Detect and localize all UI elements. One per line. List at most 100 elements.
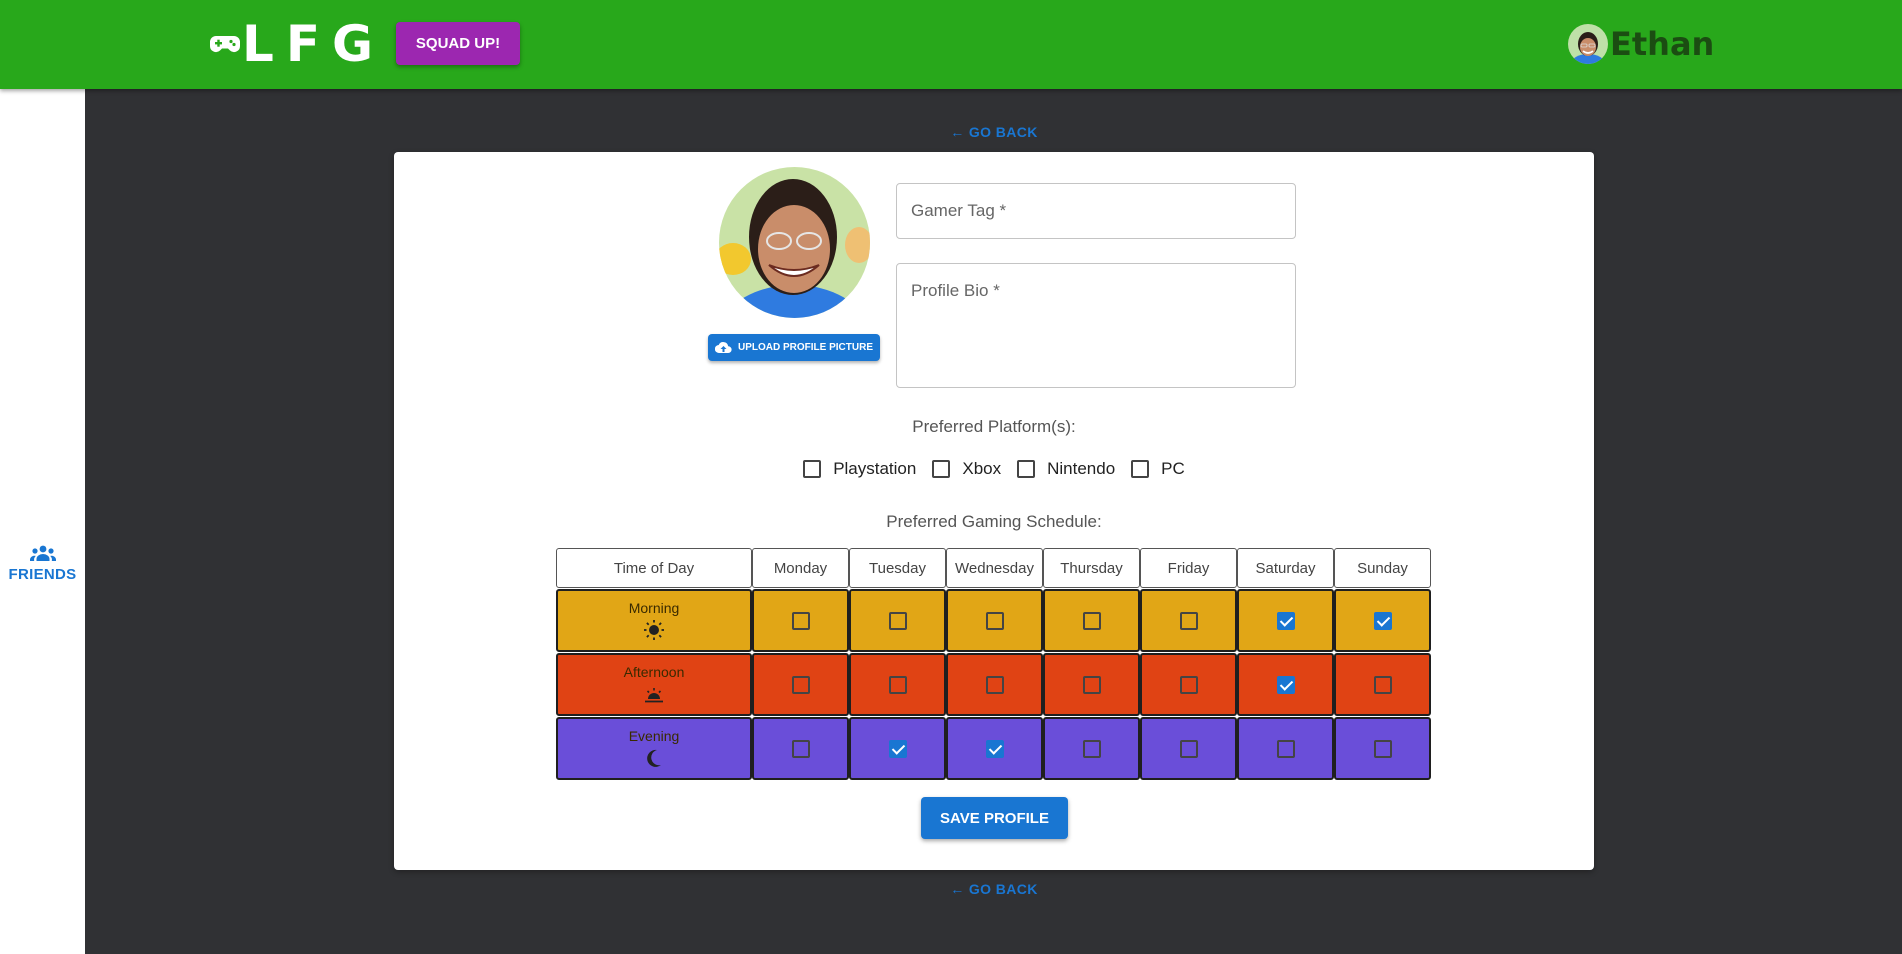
schedule-row-afternoon: Afternoon [556, 652, 1431, 716]
schedule-cell[interactable] [946, 589, 1043, 652]
sidebar-item-friends[interactable]: FRIENDS [0, 544, 85, 583]
schedule-header-thursday: Thursday [1043, 548, 1140, 588]
schedule-checkbox[interactable] [985, 739, 1004, 758]
platform-option-nintendo[interactable]: Nintendo [1017, 459, 1115, 479]
schedule-cell[interactable] [752, 589, 849, 652]
save-profile-button[interactable]: SAVE PROFILE [921, 797, 1068, 839]
logo-text: LFG [242, 15, 386, 73]
schedule-checkbox[interactable] [1082, 611, 1101, 630]
schedule-checkbox[interactable] [985, 675, 1004, 694]
profile-bio-input[interactable] [897, 264, 1295, 384]
schedule-cell[interactable] [1334, 717, 1431, 780]
top-bar: LFG SQUAD UP! Ethan [0, 0, 1902, 89]
schedule-checkbox[interactable] [1179, 739, 1198, 758]
platform-checkbox[interactable] [803, 460, 822, 478]
schedule-header-time-of-day: Time of Day [556, 548, 752, 588]
schedule-cell[interactable] [1237, 589, 1334, 652]
schedule-cell[interactable] [1140, 589, 1237, 652]
schedule-cell[interactable] [1334, 653, 1431, 716]
platform-checkbox[interactable] [932, 460, 951, 478]
schedule-header-monday: Monday [752, 548, 849, 588]
schedule-checkbox[interactable] [1373, 675, 1392, 694]
schedule-cell[interactable] [849, 589, 946, 652]
schedule-checkbox[interactable] [985, 611, 1004, 630]
schedule-cell[interactable] [946, 717, 1043, 780]
schedule-header-saturday: Saturday [1237, 548, 1334, 588]
schedule-checkbox[interactable] [1179, 675, 1198, 694]
app-logo[interactable]: LFG [210, 15, 386, 73]
platform-label: Nintendo [1047, 459, 1116, 478]
upload-button-label: UPLOAD PROFILE PICTURE [737, 342, 873, 353]
gamer-tag-field[interactable] [896, 183, 1296, 239]
time-slot-label: Morning [628, 600, 680, 616]
time-slot-label: Evening [628, 728, 680, 744]
schedule-checkbox[interactable] [1179, 611, 1198, 630]
platform-label: Playstation [833, 459, 917, 478]
time-slot-afternoon: Afternoon [556, 653, 752, 716]
platform-option-playstation[interactable]: Playstation [803, 459, 916, 479]
schedule-checkbox[interactable] [1082, 739, 1101, 758]
schedule-header-sunday: Sunday [1334, 548, 1431, 588]
squad-up-button[interactable]: SQUAD UP! [396, 22, 520, 65]
schedule-row-morning: Morning [556, 588, 1431, 652]
schedule-cell[interactable] [849, 653, 946, 716]
schedule-cell[interactable] [1043, 653, 1140, 716]
time-slot-morning: Morning [556, 589, 752, 652]
go-back-link-top[interactable]: ← GO BACK [950, 124, 1038, 140]
user-menu[interactable]: Ethan [1568, 22, 1714, 66]
platform-option-pc[interactable]: PC [1131, 459, 1185, 479]
platform-checkbox[interactable] [1017, 460, 1036, 478]
people-icon [29, 545, 56, 561]
schedule-checkbox[interactable] [888, 675, 907, 694]
schedule-cell[interactable] [946, 653, 1043, 716]
schedule-checkbox[interactable] [791, 611, 810, 630]
gamer-tag-input[interactable] [897, 184, 1295, 238]
schedule-checkbox[interactable] [1276, 675, 1295, 694]
schedule-checkbox[interactable] [791, 739, 810, 758]
moon-icon [647, 749, 661, 767]
schedule-header-tuesday: Tuesday [849, 548, 946, 588]
platform-options: Playstation Xbox Nintendo PC [794, 454, 1194, 484]
schedule-row-evening: Evening [556, 716, 1431, 780]
schedule-cell[interactable] [1237, 717, 1334, 780]
avatar [1568, 24, 1608, 64]
schedule-checkbox[interactable] [1373, 611, 1392, 630]
platforms-label: Preferred Platform(s): [912, 417, 1076, 436]
platform-option-xbox[interactable]: Xbox [932, 459, 1001, 479]
schedule-checkbox[interactable] [888, 611, 907, 630]
upload-profile-picture-button[interactable]: UPLOAD PROFILE PICTURE [708, 334, 880, 361]
sidebar-item-label: FRIENDS [8, 566, 77, 583]
platform-label: PC [1161, 459, 1185, 478]
schedule-checkbox[interactable] [791, 675, 810, 694]
cloud-upload-icon [714, 342, 732, 354]
schedule-cell[interactable] [1140, 717, 1237, 780]
schedule-cell[interactable] [1140, 653, 1237, 716]
schedule-checkbox[interactable] [1373, 739, 1392, 758]
schedule-cell[interactable] [1043, 589, 1140, 652]
go-back-link-bottom[interactable]: ← GO BACK [950, 881, 1038, 897]
schedule-header-friday: Friday [1140, 548, 1237, 588]
sunset-icon [645, 688, 663, 703]
profile-form-card: UPLOAD PROFILE PICTURE Preferred Platfor… [394, 152, 1594, 870]
schedule-checkbox[interactable] [1082, 675, 1101, 694]
profile-bio-field[interactable] [896, 263, 1296, 388]
schedule-cell[interactable] [849, 717, 946, 780]
schedule-cell[interactable] [1043, 717, 1140, 780]
schedule-grid: Time of Day Monday Tuesday Wednesday Thu… [556, 548, 1431, 780]
sidebar: FRIENDS [0, 89, 85, 954]
schedule-checkbox[interactable] [1276, 739, 1295, 758]
schedule-header-wednesday: Wednesday [946, 548, 1043, 588]
gamepad-icon [210, 36, 240, 53]
schedule-cell[interactable] [752, 717, 849, 780]
platform-checkbox[interactable] [1131, 460, 1150, 478]
schedule-header-row: Time of Day Monday Tuesday Wednesday Thu… [556, 548, 1431, 588]
schedule-checkbox[interactable] [1276, 611, 1295, 630]
schedule-cell[interactable] [752, 653, 849, 716]
schedule-checkbox[interactable] [888, 739, 907, 758]
schedule-cell[interactable] [1237, 653, 1334, 716]
schedule-cell[interactable] [1334, 589, 1431, 652]
user-name: Ethan [1610, 25, 1715, 63]
sun-icon [644, 620, 664, 640]
profile-picture [719, 167, 870, 318]
platform-label: Xbox [962, 459, 1002, 478]
